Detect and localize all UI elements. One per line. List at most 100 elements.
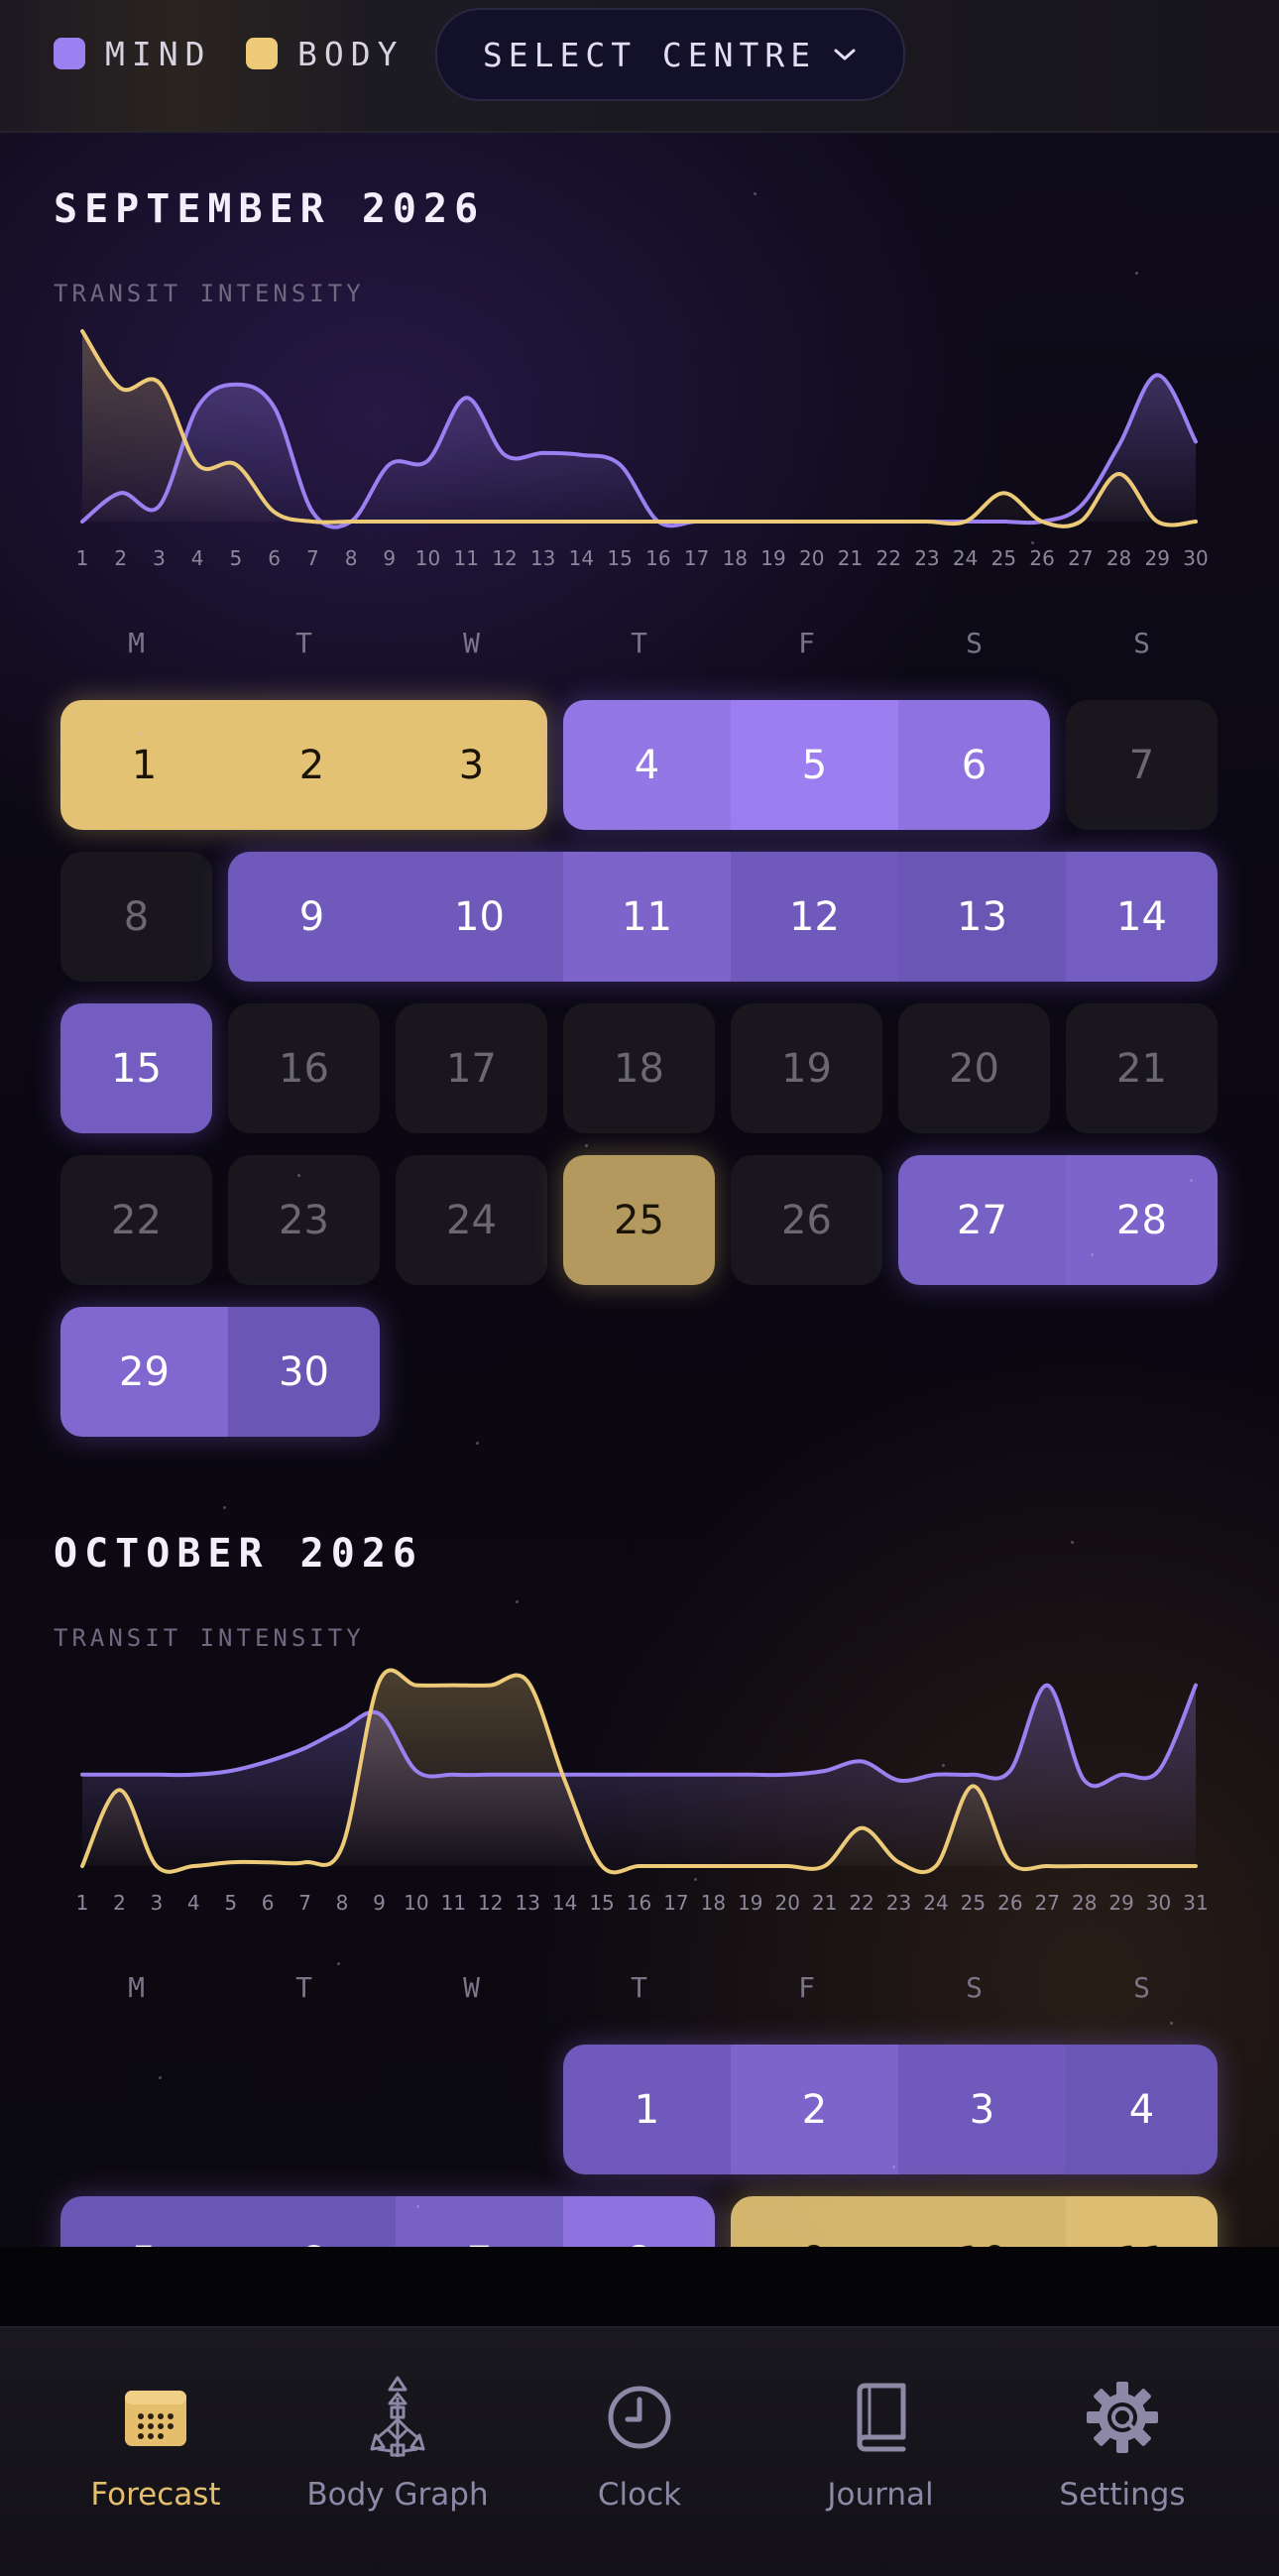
mind-swatch	[54, 38, 85, 69]
calendar-day-16[interactable]: 16	[228, 1003, 380, 1133]
x-tick-label: 26	[997, 1891, 1022, 1915]
chart-label: TRANSIT INTENSITY	[54, 1624, 365, 1652]
x-tick-label: 19	[738, 1891, 762, 1915]
forecast-scroll-area[interactable]: SEPTEMBER 2026 TRANSIT INTENSITY 1234567…	[0, 133, 1279, 2247]
weekday-label: T	[631, 627, 647, 659]
weekday-label: S	[1133, 1971, 1150, 2004]
calendar-day-29[interactable]: 29	[60, 1307, 228, 1437]
tab-body-graph[interactable]: Body Graph	[279, 2376, 517, 2546]
calendar-day-18[interactable]: 18	[563, 1003, 715, 1133]
star-dot	[337, 1962, 340, 1965]
calendar-day-14[interactable]: 14	[1066, 852, 1218, 982]
x-tick-label: 15	[607, 546, 632, 570]
calendar-day-9[interactable]: 9	[228, 852, 396, 982]
weekday-label: M	[128, 627, 145, 659]
calendar-day-28[interactable]: 28	[1066, 1155, 1218, 1285]
calendar-day-7[interactable]: 7	[396, 2196, 563, 2247]
legend-body-label: BODY	[297, 34, 405, 73]
tab-label: Forecast	[90, 2477, 221, 2513]
x-tick-label: 9	[373, 1891, 386, 1915]
x-tick-label: 22	[875, 546, 900, 570]
calendar-day-10[interactable]: 10	[396, 852, 563, 982]
calendar-day-2[interactable]: 2	[228, 700, 396, 830]
calendar-day-13[interactable]: 13	[898, 852, 1066, 982]
calendar-day-8[interactable]: 8	[563, 2196, 715, 2247]
calendar-day-24[interactable]: 24	[396, 1155, 547, 1285]
calendar-day-25[interactable]: 25	[563, 1155, 715, 1285]
weekday-label: S	[966, 1971, 983, 2004]
legend-mind: MIND	[54, 34, 211, 73]
x-tick-label: 20	[799, 546, 824, 570]
calendar-day-15[interactable]: 15	[60, 1003, 212, 1133]
tab-clock[interactable]: Clock	[521, 2378, 758, 2546]
x-tick-label: 4	[187, 1891, 200, 1915]
x-tick-label: 27	[1035, 1891, 1060, 1915]
body-graph-icon	[358, 2376, 437, 2457]
x-tick-label: 25	[991, 546, 1016, 570]
x-tick-label: 28	[1072, 1891, 1097, 1915]
calendar-day-8[interactable]: 8	[60, 852, 212, 982]
x-tick-label: 26	[1029, 546, 1054, 570]
calendar-day-5[interactable]: 5	[60, 2196, 228, 2247]
weekday-label: W	[463, 627, 480, 659]
calendar-day-3[interactable]: 3	[396, 700, 547, 830]
calendar-day-12[interactable]: 12	[731, 852, 898, 982]
calendar-day-6[interactable]: 6	[228, 2196, 396, 2247]
calendar-day-20[interactable]: 20	[898, 1003, 1050, 1133]
x-tick-label: 18	[701, 1891, 726, 1915]
x-tick-label: 14	[569, 546, 594, 570]
star-dot	[159, 2076, 162, 2079]
weekday-label: W	[463, 1971, 480, 2004]
tab-settings[interactable]: Settings	[1003, 2378, 1241, 2546]
calendar-day-23[interactable]: 23	[228, 1155, 380, 1285]
star-dot	[1135, 272, 1138, 275]
tab-forecast[interactable]: Forecast	[37, 2378, 275, 2546]
month-title: SEPTEMBER 2026	[54, 186, 486, 232]
x-tick-label: 6	[262, 1891, 275, 1915]
tab-journal[interactable]: Journal	[761, 2378, 999, 2546]
x-tick-label: 24	[953, 546, 978, 570]
x-tick-label: 3	[150, 1891, 163, 1915]
calendar-day-2[interactable]: 2	[731, 2045, 898, 2174]
calendar-day-1[interactable]: 1	[60, 700, 228, 830]
x-tick-label: 27	[1068, 546, 1093, 570]
x-tick-label: 1	[76, 546, 89, 570]
star-dot	[1071, 1541, 1074, 1544]
calendar-day-22[interactable]: 22	[60, 1155, 212, 1285]
x-tick-label: 16	[645, 546, 670, 570]
calendar-day-26[interactable]: 26	[731, 1155, 882, 1285]
calendar-day-11[interactable]: 11	[563, 852, 731, 982]
x-tick-label: 2	[113, 1891, 126, 1915]
calendar-day-9[interactable]: 9	[731, 2196, 898, 2247]
star-dot	[416, 2205, 419, 2208]
star-dot	[476, 1442, 479, 1445]
calendar-day-4[interactable]: 4	[563, 700, 731, 830]
calendar-day-30[interactable]: 30	[228, 1307, 380, 1437]
star-dot	[754, 192, 756, 195]
tabbar-spacer	[0, 2247, 1279, 2326]
x-tick-label: 15	[589, 1891, 614, 1915]
calendar-day-17[interactable]: 17	[396, 1003, 547, 1133]
calendar-day-4[interactable]: 4	[1066, 2045, 1218, 2174]
tab-label: Body Graph	[306, 2477, 489, 2513]
star-dot	[942, 1764, 945, 1767]
star-dot	[1091, 1253, 1094, 1256]
select-centre-dropdown[interactable]: SELECT CENTRE	[435, 8, 905, 101]
calendar-day-19[interactable]: 19	[731, 1003, 882, 1133]
x-tick-label: 4	[191, 546, 204, 570]
calendar-day-5[interactable]: 5	[731, 700, 898, 830]
calendar-day-10[interactable]: 10	[898, 2196, 1066, 2247]
body-swatch	[246, 38, 278, 69]
legend-body: BODY	[246, 34, 404, 73]
star-dot	[694, 1878, 697, 1881]
x-tick-label: 14	[552, 1891, 577, 1915]
calendar-day-1[interactable]: 1	[563, 2045, 731, 2174]
star-dot	[139, 732, 142, 735]
calendar-day-3[interactable]: 3	[898, 2045, 1066, 2174]
calendar-day-6[interactable]: 6	[898, 700, 1050, 830]
x-tick-label: 23	[886, 1891, 911, 1915]
calendar-day-7[interactable]: 7	[1066, 700, 1218, 830]
calendar-day-11[interactable]: 11	[1066, 2196, 1218, 2247]
calendar-day-27[interactable]: 27	[898, 1155, 1066, 1285]
calendar-day-21[interactable]: 21	[1066, 1003, 1218, 1133]
